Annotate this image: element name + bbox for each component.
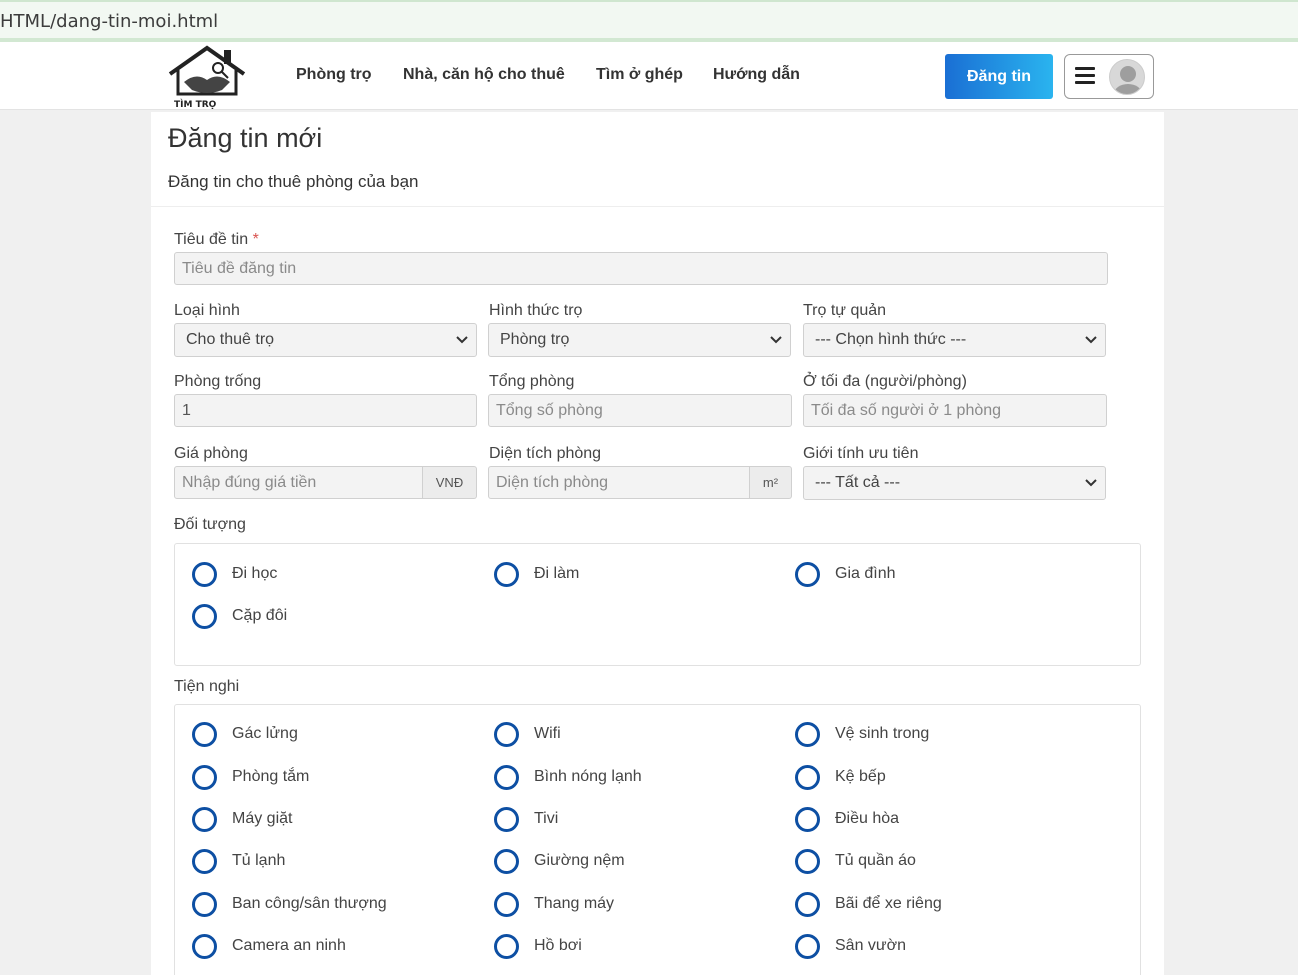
chevron-down-icon bbox=[456, 336, 468, 344]
price-label: Giá phòng bbox=[174, 445, 248, 462]
chevron-down-icon bbox=[1085, 336, 1097, 344]
radio-button[interactable] bbox=[494, 764, 519, 790]
amenity-option[interactable]: Gác lửng bbox=[192, 720, 298, 748]
amenity-option[interactable]: Hồ bơi bbox=[494, 932, 582, 960]
amenity-option[interactable]: Bãi để xe riêng bbox=[795, 890, 942, 918]
type-label: Loại hình bbox=[174, 302, 240, 319]
price-input[interactable] bbox=[174, 466, 423, 499]
user-menu-button[interactable] bbox=[1064, 54, 1154, 99]
nav-item-tim-o-ghep[interactable]: Tìm ở ghép bbox=[596, 66, 683, 84]
radio-button[interactable] bbox=[192, 933, 217, 959]
avatar bbox=[1109, 59, 1145, 95]
radio-button[interactable] bbox=[494, 806, 519, 832]
radio-button[interactable] bbox=[795, 848, 820, 874]
audience-option[interactable]: Đi làm bbox=[494, 560, 579, 588]
amenity-option[interactable]: Tủ quần áo bbox=[795, 847, 916, 875]
audience-options: Đi học Đi làm Gia đình Cặp đôi bbox=[174, 543, 1141, 666]
radio-button[interactable] bbox=[795, 561, 820, 587]
radio-button[interactable] bbox=[494, 891, 519, 917]
type-select[interactable]: Cho thuê trọ bbox=[174, 323, 477, 357]
nav-item-phong-tro[interactable]: Phòng trọ bbox=[296, 66, 372, 84]
audience-option[interactable]: Gia đình bbox=[795, 560, 895, 588]
gender-label: Giới tính ưu tiên bbox=[803, 445, 919, 462]
price-unit: VNĐ bbox=[423, 466, 477, 499]
url-text: HTML/dang-tin-moi.html bbox=[0, 11, 219, 32]
amenity-option[interactable]: Tivi bbox=[494, 805, 558, 833]
form-label: Hình thức trọ bbox=[489, 302, 583, 319]
radio-button[interactable] bbox=[795, 806, 820, 832]
max-occupancy-label: Ở tối đa (người/phòng) bbox=[803, 373, 967, 390]
browser-url-bar[interactable]: HTML/dang-tin-moi.html bbox=[0, 0, 1298, 42]
radio-button[interactable] bbox=[795, 891, 820, 917]
hamburger-icon bbox=[1075, 67, 1095, 85]
form-select-value: Phòng trọ bbox=[500, 331, 570, 348]
amenities-options: Gác lửng Wifi Vệ sinh trong Phòng tắm Bì… bbox=[174, 704, 1141, 975]
amenity-option[interactable]: Điều hòa bbox=[795, 805, 899, 833]
radio-button[interactable] bbox=[192, 891, 217, 917]
amenities-label: Tiện nghi bbox=[174, 678, 240, 695]
area-unit: m² bbox=[750, 466, 792, 499]
title-label: Tiêu đề tin * bbox=[174, 231, 259, 248]
amenity-option[interactable]: Bình nóng lạnh bbox=[494, 763, 642, 791]
amenity-option[interactable]: Vệ sinh trong bbox=[795, 720, 929, 748]
radio-button[interactable] bbox=[192, 764, 217, 790]
radio-button[interactable] bbox=[494, 561, 519, 587]
logo-text: TÌM TRỌ bbox=[174, 98, 217, 110]
self-managed-label: Trọ tự quản bbox=[803, 302, 887, 319]
self-managed-select-value: --- Chọn hình thức --- bbox=[815, 331, 967, 348]
chevron-down-icon bbox=[1085, 479, 1097, 487]
chevron-down-icon bbox=[770, 336, 782, 344]
house-handshake-icon: TÌM TRỌ bbox=[168, 45, 246, 110]
vacant-rooms-input[interactable] bbox=[174, 394, 477, 427]
post-listing-button[interactable]: Đăng tin bbox=[945, 54, 1053, 99]
radio-button[interactable] bbox=[494, 848, 519, 874]
radio-button[interactable] bbox=[192, 561, 217, 587]
gender-select-value: --- Tất cả --- bbox=[815, 474, 901, 491]
amenity-option[interactable]: Phòng tắm bbox=[192, 763, 309, 791]
amenity-option[interactable]: Tủ lạnh bbox=[192, 847, 285, 875]
required-mark: * bbox=[252, 231, 259, 248]
audience-option[interactable]: Đi học bbox=[192, 560, 277, 588]
form-select[interactable]: Phòng trọ bbox=[488, 323, 791, 357]
radio-button[interactable] bbox=[192, 721, 217, 747]
amenity-option[interactable]: Sân vườn bbox=[795, 932, 906, 960]
amenity-option[interactable]: Giường nệm bbox=[494, 847, 625, 875]
radio-button[interactable] bbox=[192, 603, 217, 629]
radio-button[interactable] bbox=[795, 933, 820, 959]
radio-button[interactable] bbox=[192, 806, 217, 832]
amenity-option[interactable]: Camera an ninh bbox=[192, 932, 346, 960]
amenity-option[interactable]: Wifi bbox=[494, 720, 561, 748]
total-label: Tổng phòng bbox=[489, 373, 575, 390]
amenity-option[interactable]: Ban công/sân thượng bbox=[192, 890, 387, 918]
card-header: Đăng tin mới Đăng tin cho thuê phòng của… bbox=[151, 112, 1164, 207]
audience-label: Đối tượng bbox=[174, 516, 246, 533]
title-input[interactable] bbox=[174, 252, 1108, 285]
area-input[interactable] bbox=[488, 466, 750, 499]
amenity-option[interactable]: Kệ bếp bbox=[795, 763, 886, 791]
user-silhouette-icon bbox=[1114, 66, 1142, 94]
audience-option[interactable]: Cặp đôi bbox=[192, 602, 287, 630]
vacant-label: Phòng trống bbox=[174, 373, 262, 390]
radio-button[interactable] bbox=[795, 764, 820, 790]
page-title: Đăng tin mới bbox=[168, 123, 323, 153]
area-label: Diện tích phòng bbox=[489, 445, 602, 462]
radio-button[interactable] bbox=[192, 848, 217, 874]
self-managed-select[interactable]: --- Chọn hình thức --- bbox=[803, 323, 1106, 357]
nav-item-nha-can-ho[interactable]: Nhà, căn hộ cho thuê bbox=[403, 66, 565, 84]
page-subtitle: Đăng tin cho thuê phòng của bạn bbox=[168, 172, 419, 191]
max-occupancy-input[interactable] bbox=[803, 394, 1107, 427]
site-logo[interactable]: TÌM TRỌ bbox=[166, 44, 248, 110]
amenity-option[interactable]: Máy giặt bbox=[192, 805, 292, 833]
nav-item-huong-dan[interactable]: Hướng dẫn bbox=[713, 66, 800, 84]
gender-select[interactable]: --- Tất cả --- bbox=[803, 466, 1106, 500]
radio-button[interactable] bbox=[494, 933, 519, 959]
total-rooms-input[interactable] bbox=[488, 394, 792, 427]
radio-button[interactable] bbox=[795, 721, 820, 747]
site-header: TÌM TRỌ Phòng trọ Nhà, căn hộ cho thuê T… bbox=[0, 42, 1298, 110]
radio-button[interactable] bbox=[494, 721, 519, 747]
amenity-option[interactable]: Thang máy bbox=[494, 890, 614, 918]
post-form-card: Đăng tin mới Đăng tin cho thuê phòng của… bbox=[151, 112, 1164, 975]
type-select-value: Cho thuê trọ bbox=[186, 331, 275, 348]
